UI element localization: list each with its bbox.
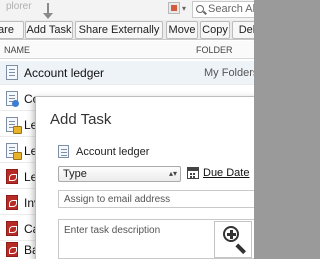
pdf-icon [6, 242, 18, 257]
view-toggle-icon[interactable] [168, 2, 180, 14]
file-folder: My Folders [204, 67, 254, 79]
select-arrows-icon: ▴▾ [168, 169, 177, 178]
task-file-name: Account ledger [76, 146, 150, 158]
document-icon [6, 91, 19, 107]
search-input-text: Search Al [208, 3, 254, 15]
pdf-icon [6, 169, 18, 184]
share-externally-button[interactable]: Share Externally [75, 21, 163, 39]
due-date-link[interactable]: Due Date [203, 167, 249, 179]
assign-email-field[interactable] [58, 190, 254, 208]
title-bar: plorer ▾ Search Al [0, 0, 254, 20]
document-icon [58, 145, 69, 158]
dialog-title: Add Task [50, 111, 112, 128]
move-button[interactable]: Move [166, 21, 198, 39]
zoom-lens-handle [235, 243, 247, 254]
arrow-down-icon [43, 3, 53, 19]
file-explorer-window: plorer ▾ Search Al are Add Task Share Ex… [0, 0, 254, 259]
search-icon [196, 5, 204, 13]
column-name-header[interactable]: NAME [4, 45, 30, 55]
pdf-icon [6, 221, 18, 236]
chevron-down-icon[interactable]: ▾ [182, 4, 186, 13]
add-task-button[interactable]: Add Task [25, 21, 73, 39]
document-icon [6, 65, 18, 80]
delete-button[interactable]: Del [232, 21, 254, 39]
calendar-icon[interactable] [187, 167, 199, 179]
share-button[interactable]: are [0, 21, 24, 39]
task-type-select[interactable]: Type ▴▾ [58, 166, 181, 182]
pdf-icon [6, 195, 18, 210]
task-type-value: Type [63, 168, 87, 180]
locked-document-icon [6, 117, 22, 134]
zoom-in-button[interactable] [214, 221, 252, 258]
zoom-plus-vertical [230, 230, 233, 239]
file-name: Account ledger [24, 66, 105, 80]
table-row[interactable]: Account ledger My Folders [0, 61, 254, 85]
search-input[interactable]: Search Al [192, 1, 254, 18]
app-title: plorer [6, 1, 32, 12]
column-folder-header[interactable]: FOLDER [196, 45, 233, 55]
locked-document-icon [6, 143, 22, 160]
toolbar: are Add Task Share Externally Move Copy … [0, 20, 254, 40]
copy-button[interactable]: Copy [200, 21, 230, 39]
column-header: NAME FOLDER [0, 41, 254, 59]
